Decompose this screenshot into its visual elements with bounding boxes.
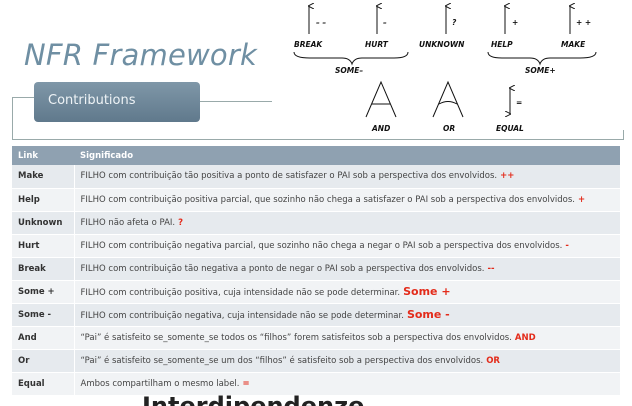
row-symbol: Some + xyxy=(403,285,451,298)
row-symbol: ? xyxy=(178,217,184,228)
header-link: Link xyxy=(12,146,74,165)
or-label: OR xyxy=(443,124,455,133)
contribution-diagram: – – BREAK – HURT ? UNKNOWN + HELP + + MA… xyxy=(293,0,597,133)
frame-line xyxy=(12,97,13,139)
row-meaning: FILHO com contribuição negativa parcial,… xyxy=(74,234,620,258)
table-row: Some - FILHO com contribuição negativa, … xyxy=(12,303,620,327)
hurt-label: HURT xyxy=(365,40,389,49)
row-symbol: = xyxy=(242,378,250,389)
bottom-heading: Interdipendenze xyxy=(142,392,365,406)
frame-line xyxy=(199,101,272,102)
table-row: Help FILHO com contribuição positiva par… xyxy=(12,188,620,212)
row-meaning: FILHO com contribuição positiva, cuja in… xyxy=(74,280,620,304)
table-row: Make FILHO com contribuição tão positiva… xyxy=(12,165,620,189)
unknown-arrow-icon: ? UNKNOWN xyxy=(419,6,465,49)
break-label: BREAK xyxy=(294,40,323,49)
row-meaning: FILHO com contribuição positiva parcial,… xyxy=(74,188,620,212)
row-link: Unknown xyxy=(12,211,75,235)
row-meaning: FILHO com contribuição tão positiva a po… xyxy=(74,165,620,189)
row-symbol: Some - xyxy=(406,308,450,321)
some-plus-label: SOME+ xyxy=(525,66,556,75)
table-row: Break FILHO com contribuição tão negativ… xyxy=(12,257,620,281)
row-text: FILHO com contribuição positiva parcial,… xyxy=(80,194,575,205)
row-meaning: FILHO não afeta o PAI.? xyxy=(74,211,620,235)
row-link: Some + xyxy=(12,280,75,304)
break-arrow-icon: – – BREAK xyxy=(294,6,326,49)
help-label: HELP xyxy=(491,40,513,49)
hurt-arrow-icon: – HURT xyxy=(365,6,389,49)
row-meaning: FILHO com contribuição negativa, cuja in… xyxy=(74,303,620,327)
row-meaning: “Pai” é satisfeito se_somente_se um dos … xyxy=(74,349,620,373)
row-symbol: + xyxy=(577,194,586,205)
row-link: Hurt xyxy=(12,234,75,258)
row-symbol: ++ xyxy=(500,171,515,182)
unknown-mark: ? xyxy=(452,18,457,27)
and-label: AND xyxy=(371,124,390,133)
help-arrow-icon: + HELP xyxy=(491,6,518,49)
some-minus-label: SOME– xyxy=(335,66,363,75)
row-text: Ambos compartilham o mesmo label. xyxy=(80,378,240,389)
make-arrow-icon: + + MAKE xyxy=(561,6,591,49)
row-text: FILHO com contribuição tão positiva a po… xyxy=(80,171,498,182)
row-text: FILHO com contribuição tão negativa a po… xyxy=(80,263,485,274)
row-meaning: “Pai” é satisfeito se_somente_se todos o… xyxy=(74,326,620,350)
help-mark: + xyxy=(512,18,518,27)
row-link: Break xyxy=(12,257,75,281)
row-symbol: OR xyxy=(486,355,500,366)
or-icon: OR xyxy=(432,80,464,133)
some-plus-brace xyxy=(487,51,597,66)
break-mark: – – xyxy=(316,18,326,27)
row-link: Some - xyxy=(12,303,75,327)
row-text: FILHO com contribuição negativa parcial,… xyxy=(80,240,563,251)
section-label: Contributions xyxy=(34,82,200,122)
row-link: Or xyxy=(12,349,75,373)
frame-line xyxy=(12,97,34,98)
page-title: NFR Framework xyxy=(24,38,257,72)
row-symbol: AND xyxy=(514,332,536,343)
row-link: Equal xyxy=(12,372,75,396)
row-symbol: -- xyxy=(487,263,495,274)
row-text: FILHO não afeta o PAI. xyxy=(80,217,176,228)
row-link: And xyxy=(12,326,75,350)
row-text: FILHO com contribuição negativa, cuja in… xyxy=(80,311,404,321)
and-icon: AND xyxy=(365,80,397,133)
unknown-label: UNKNOWN xyxy=(419,40,465,49)
contributions-table: Link Significado Make FILHO com contribu… xyxy=(12,146,620,396)
header-significado: Significado xyxy=(74,146,620,165)
table-row: Hurt FILHO com contribuição negativa par… xyxy=(12,234,620,258)
table-row: Unknown FILHO não afeta o PAI.? xyxy=(12,211,620,235)
row-text: FILHO com contribuição positiva, cuja in… xyxy=(80,288,401,298)
make-label: MAKE xyxy=(561,40,586,49)
make-mark: + + xyxy=(576,18,591,27)
row-link: Help xyxy=(12,188,75,212)
row-link: Make xyxy=(12,165,75,189)
equal-arrow-icon: = EQUAL xyxy=(496,88,524,133)
row-symbol: - xyxy=(565,240,569,251)
equal-label: EQUAL xyxy=(496,124,524,133)
row-text: “Pai” é satisfeito se_somente_se todos o… xyxy=(80,332,512,343)
frame-line xyxy=(12,139,624,140)
table-header-row: Link Significado xyxy=(12,146,620,165)
some-minus-brace xyxy=(293,51,409,66)
table-row: Some + FILHO com contribuição positiva, … xyxy=(12,280,620,304)
hurt-mark: – xyxy=(383,18,387,27)
row-meaning: FILHO com contribuição tão negativa a po… xyxy=(74,257,620,281)
table-row: Or “Pai” é satisfeito se_somente_se um d… xyxy=(12,349,620,373)
row-text: “Pai” é satisfeito se_somente_se um dos … xyxy=(80,355,484,366)
equal-mark: = xyxy=(516,98,522,107)
table-row: And “Pai” é satisfeito se_somente_se tod… xyxy=(12,326,620,350)
